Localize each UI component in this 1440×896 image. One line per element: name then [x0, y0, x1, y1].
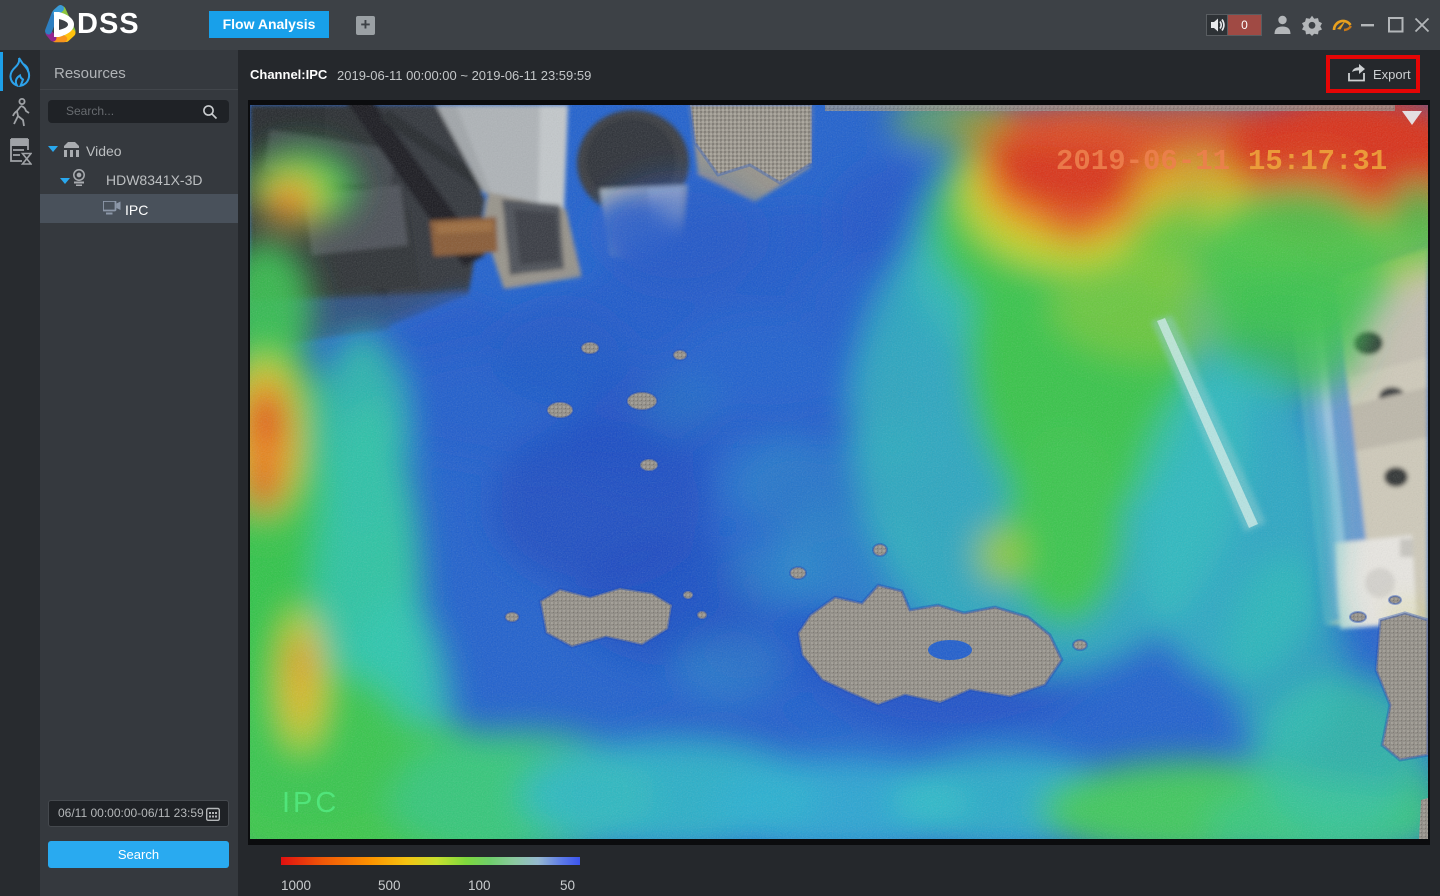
- svg-text:IPC: IPC: [282, 787, 339, 819]
- svg-text:2019-06-11: 2019-06-11: [1056, 145, 1230, 178]
- svg-text:15:17:31: 15:17:31: [1248, 145, 1387, 178]
